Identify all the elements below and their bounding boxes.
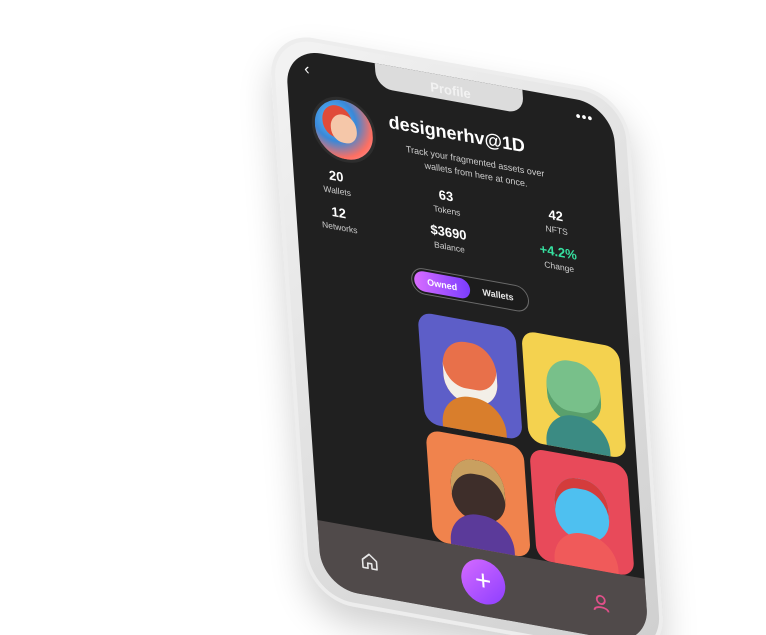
nft-card[interactable] (425, 429, 531, 559)
nft-card[interactable] (417, 311, 523, 441)
phone-mockup: ‹ Profile ••• designerhv@1D Track your f… (268, 30, 667, 635)
tab-wallets[interactable]: Wallets (469, 280, 526, 310)
avatar[interactable] (309, 91, 378, 169)
stat-tokens: 63 Tokens (410, 182, 482, 222)
more-horizontal-icon[interactable]: ••• (575, 107, 594, 126)
home-icon[interactable] (359, 550, 380, 574)
stat-networks: 12 Networks (303, 199, 375, 239)
nft-card[interactable] (521, 330, 627, 460)
stage: ‹ Profile ••• designerhv@1D Track your f… (0, 0, 766, 635)
phone-screen: ‹ Profile ••• designerhv@1D Track your f… (284, 47, 650, 635)
stat-change: +4.2% Change (523, 238, 595, 278)
stat-nfts: 42 NFTS (520, 202, 592, 242)
stat-balance: $3690 Balance (413, 218, 485, 258)
plus-icon: + (473, 563, 493, 598)
user-icon[interactable] (590, 591, 611, 615)
nft-card[interactable] (529, 447, 635, 577)
avatar-face (329, 112, 358, 146)
add-button[interactable]: + (459, 555, 507, 609)
chevron-left-icon[interactable]: ‹ (304, 60, 323, 81)
owned-wallets-toggle: Owned Wallets (410, 266, 530, 314)
tab-owned[interactable]: Owned (413, 269, 471, 300)
stat-wallets: 20 Wallets (301, 162, 373, 202)
